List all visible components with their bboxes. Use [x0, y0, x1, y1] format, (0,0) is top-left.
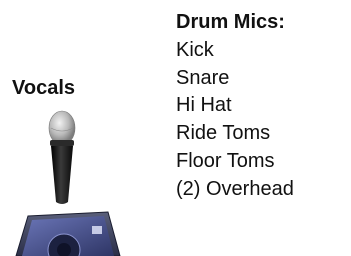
drum-mics-list: Drum Mics: Kick Snare Hi Hat Ride Toms F…: [176, 9, 294, 204]
microphone-icon: [48, 110, 76, 204]
drum-mic-item-overhead: (2) Overhead: [176, 177, 294, 200]
drum-mic-item-hi-hat: Hi Hat: [176, 94, 232, 117]
stage-monitor-icon: [15, 211, 121, 256]
drum-mics-title: Drum Mics:: [176, 11, 285, 33]
drum-mic-item-kick: Kick: [176, 38, 214, 61]
drum-mic-item-floor-toms: Floor Toms: [176, 149, 275, 172]
drum-mic-item-ride-toms: Ride Toms: [176, 122, 271, 145]
vocals-label: Vocals: [12, 77, 75, 99]
drum-mic-item-snare: Snare: [176, 66, 230, 89]
